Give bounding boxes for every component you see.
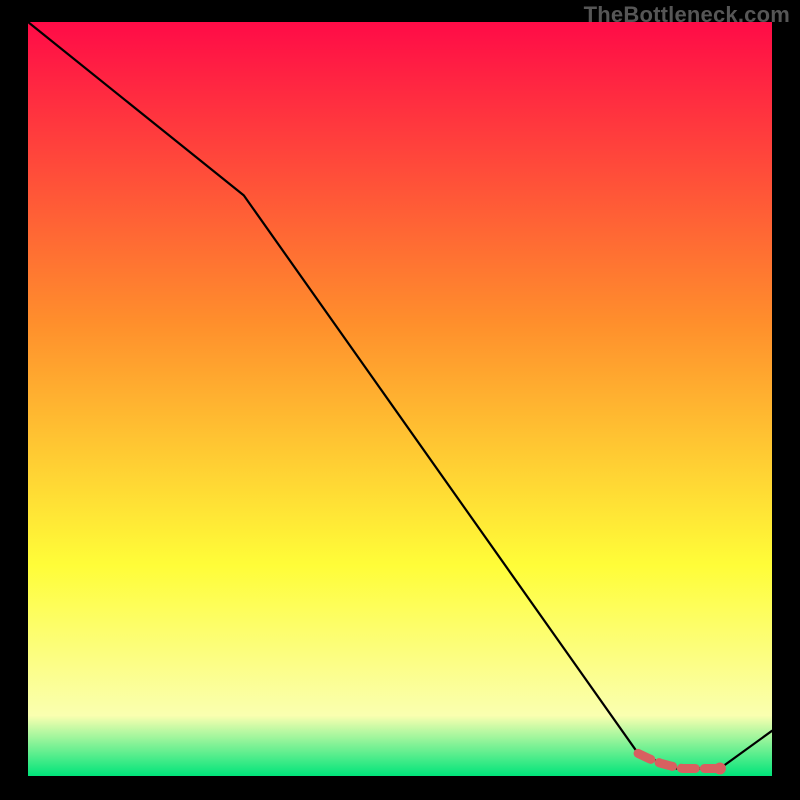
bottleneck-chart — [0, 0, 800, 800]
chart-frame: TheBottleneck.com — [0, 0, 800, 800]
gradient-background — [28, 22, 772, 776]
watermark-text: TheBottleneck.com — [584, 2, 790, 28]
highlight-end-dot — [714, 763, 726, 775]
